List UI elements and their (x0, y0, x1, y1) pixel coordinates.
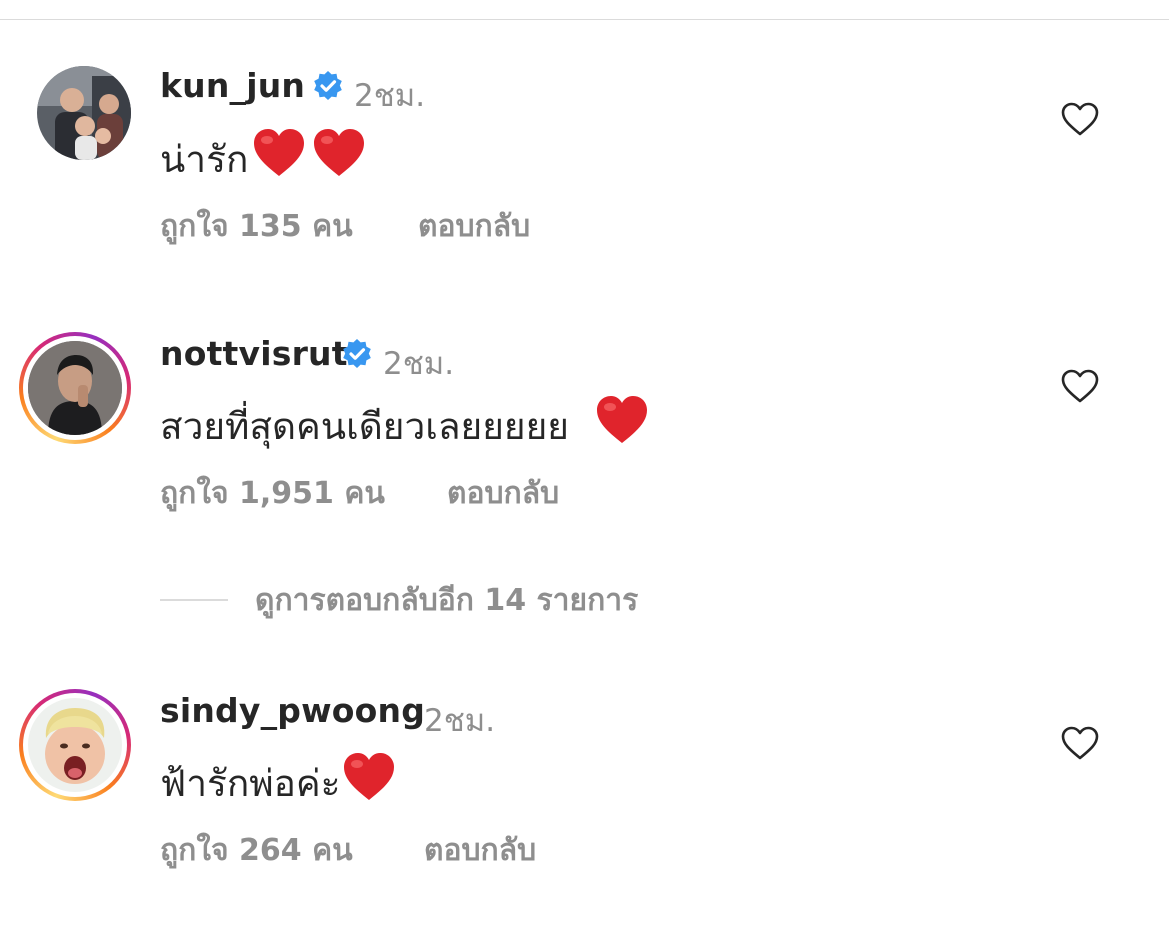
comment-text: ฟ้ารักพ่อค่ะ (160, 752, 396, 813)
red-heart-emoji (595, 395, 649, 454)
replies-divider-line (160, 599, 228, 601)
avatar-photo (28, 341, 122, 435)
avatar (28, 341, 122, 435)
red-heart-emoji (342, 752, 396, 811)
verified-badge-icon (343, 339, 371, 368)
comment-username[interactable]: sindy_pwoong (160, 691, 425, 730)
like-count[interactable]: ถูกใจ 135 คน (160, 203, 353, 250)
avatar (28, 698, 122, 792)
view-replies-label: ดูการตอบกลับอีก 14 รายการ (255, 582, 639, 618)
reply-button[interactable]: ตอบกลับ (447, 470, 559, 517)
comment-text: สวยที่สุดคนเดียวเลยยยยย (160, 395, 649, 456)
story-ring[interactable] (19, 332, 131, 444)
comment-text-body: ฟ้ารักพ่อค่ะ (160, 762, 341, 805)
comment-username[interactable]: nottvisrut (160, 334, 348, 373)
avatar-photo (28, 698, 122, 792)
comment-item: sindy_pwoong 2ชม. ฟ้ารักพ่อค่ะ ถูกใจ 264… (0, 0, 1169, 868)
like-count[interactable]: ถูกใจ 264 คน (160, 827, 353, 874)
like-count[interactable]: ถูกใจ 1,951 คน (160, 470, 385, 517)
view-more-replies-button[interactable]: ดูการตอบกลับอีก 14 รายการ (160, 578, 638, 622)
heart-outline-icon[interactable] (1060, 725, 1100, 761)
heart-outline-icon[interactable] (1060, 368, 1100, 404)
story-ring[interactable] (19, 689, 131, 801)
comment-text-body: สวยที่สุดคนเดียวเลยยยยย (160, 405, 581, 448)
reply-button[interactable]: ตอบกลับ (424, 827, 536, 874)
comment-time: 2ชม. (424, 703, 496, 739)
reply-button[interactable]: ตอบกลับ (418, 203, 530, 250)
comment-time: 2ชม. (383, 346, 455, 382)
